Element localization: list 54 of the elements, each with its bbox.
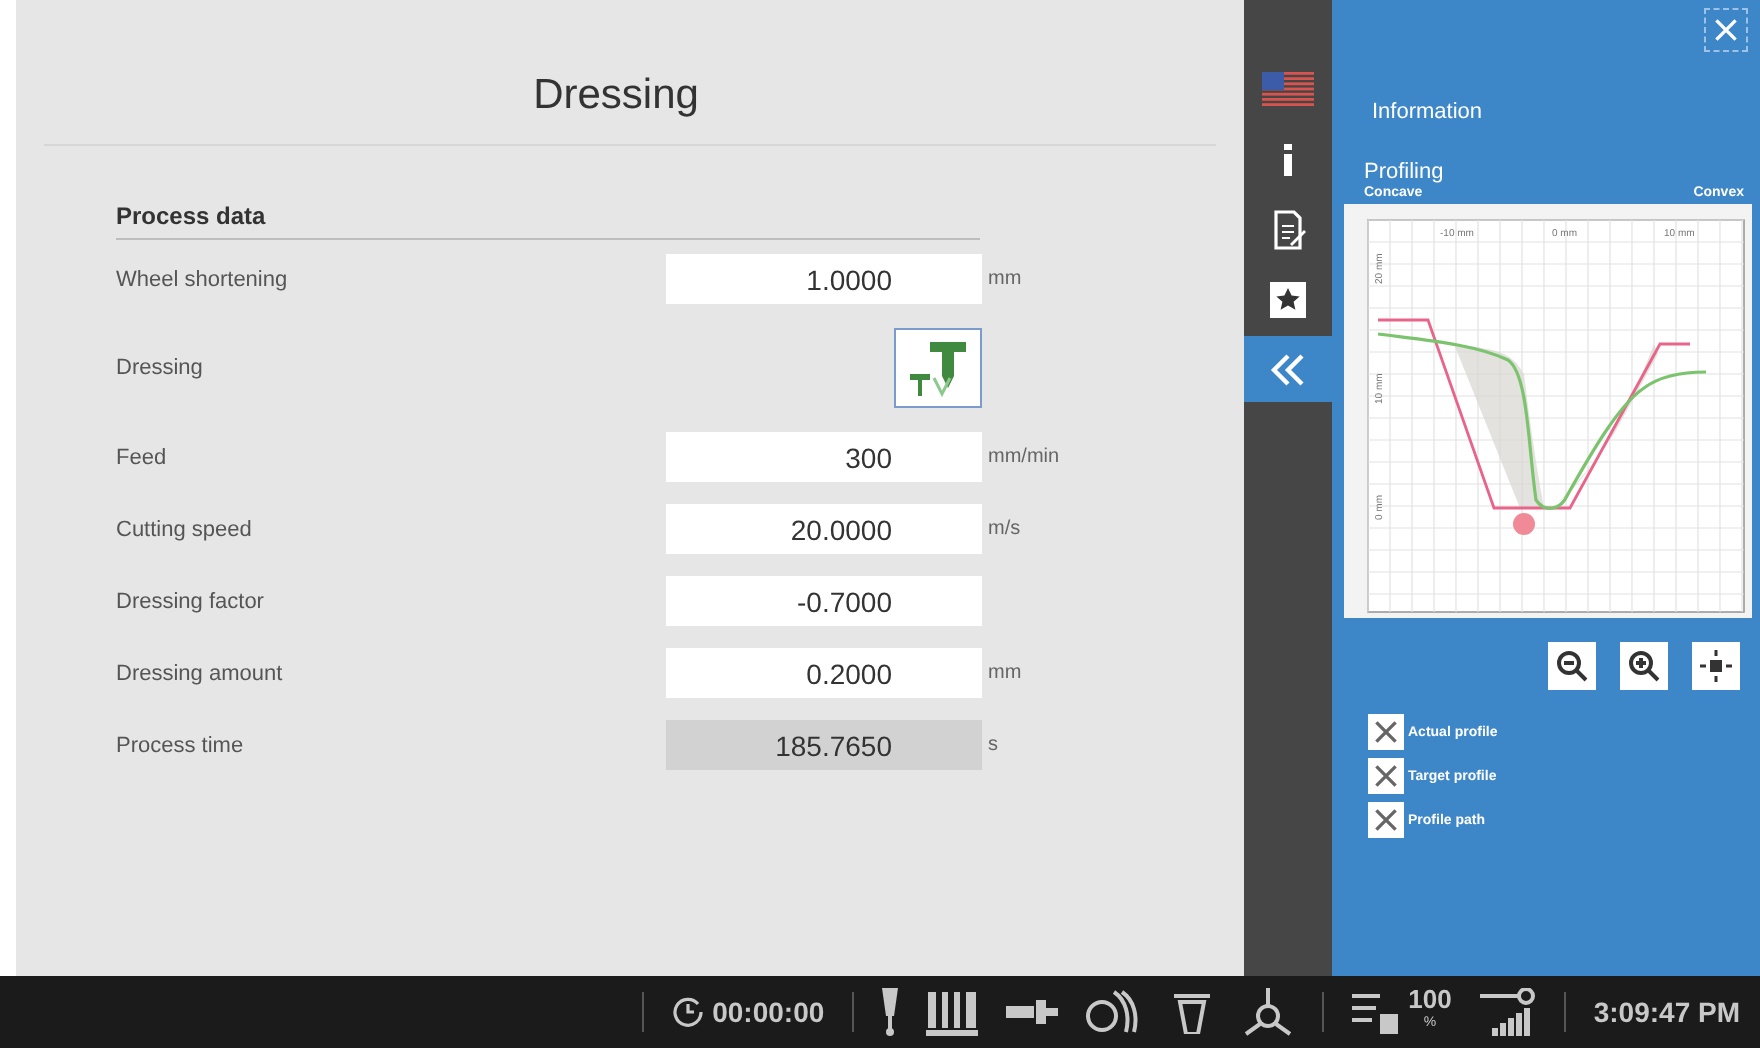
field-label: Dressing (116, 356, 205, 380)
timer-text: 00:00:00 (712, 996, 825, 1028)
fit-view-button[interactable] (1692, 642, 1740, 690)
zoom-out-button[interactable] (1548, 642, 1596, 690)
zoom-out-icon (1556, 650, 1588, 682)
feed-override-icon (1352, 990, 1401, 1034)
unit-label: mm (988, 268, 1022, 290)
input-field[interactable]: 1.0000 (666, 254, 982, 304)
fit-view-icon (1700, 650, 1732, 682)
cross-icon (1714, 18, 1738, 42)
field-label: Cutting speed (116, 517, 254, 541)
override-value: 100 (1408, 988, 1452, 1012)
wheel-icon (1086, 988, 1143, 1036)
checkbox[interactable] (1368, 758, 1404, 794)
input-field[interactable]: 0.2000 (666, 648, 982, 698)
readonly-field: 185.7650 (666, 720, 982, 770)
unit-label: s (988, 734, 998, 756)
unit-label: mm (988, 662, 1022, 684)
key-signal-icon (1479, 988, 1536, 1036)
axes-icon (1242, 988, 1295, 1036)
info-icon (1282, 143, 1294, 175)
clock-icon (672, 996, 705, 1028)
checkbox[interactable] (1368, 802, 1404, 838)
input-field[interactable]: 20.0000 (666, 504, 982, 554)
page-title: Dressing (531, 70, 701, 120)
cross-icon (1374, 808, 1398, 832)
unit-label: m/s (988, 518, 1021, 540)
chart-title: Profiling (1364, 160, 1446, 184)
flag-icon (1262, 71, 1314, 107)
tool-icon (882, 988, 899, 1036)
section-heading: Process data (116, 202, 980, 240)
cross-icon (1374, 764, 1398, 788)
field-label: Dressing amount (116, 661, 285, 685)
document-edit-icon (1270, 209, 1306, 249)
cross-icon (1374, 720, 1398, 744)
checkbox[interactable] (1368, 714, 1404, 750)
field-label: Feed (116, 445, 169, 469)
double-chevron-left-icon (1270, 353, 1306, 385)
close-button[interactable] (1704, 8, 1748, 52)
unit-label: mm/min (988, 446, 1060, 468)
rack-icon (926, 988, 979, 1036)
field-label: Wheel shortening (116, 267, 290, 291)
panel-title: Information (1372, 100, 1485, 124)
field-label: Process time (116, 733, 246, 757)
field-label: Dressing factor (116, 589, 266, 613)
zoom-in-button[interactable] (1620, 642, 1668, 690)
clock-text: 3:09:47 PM (1593, 996, 1740, 1028)
dresser-icon (1170, 990, 1215, 1034)
zoom-in-icon (1628, 650, 1660, 682)
spindle-icon (1006, 1000, 1059, 1024)
input-field[interactable]: 300 (666, 432, 982, 482)
dressing-tool-button[interactable] (894, 328, 982, 408)
dressing-tool-icon (906, 338, 970, 398)
input-field[interactable]: -0.7000 (666, 576, 982, 626)
